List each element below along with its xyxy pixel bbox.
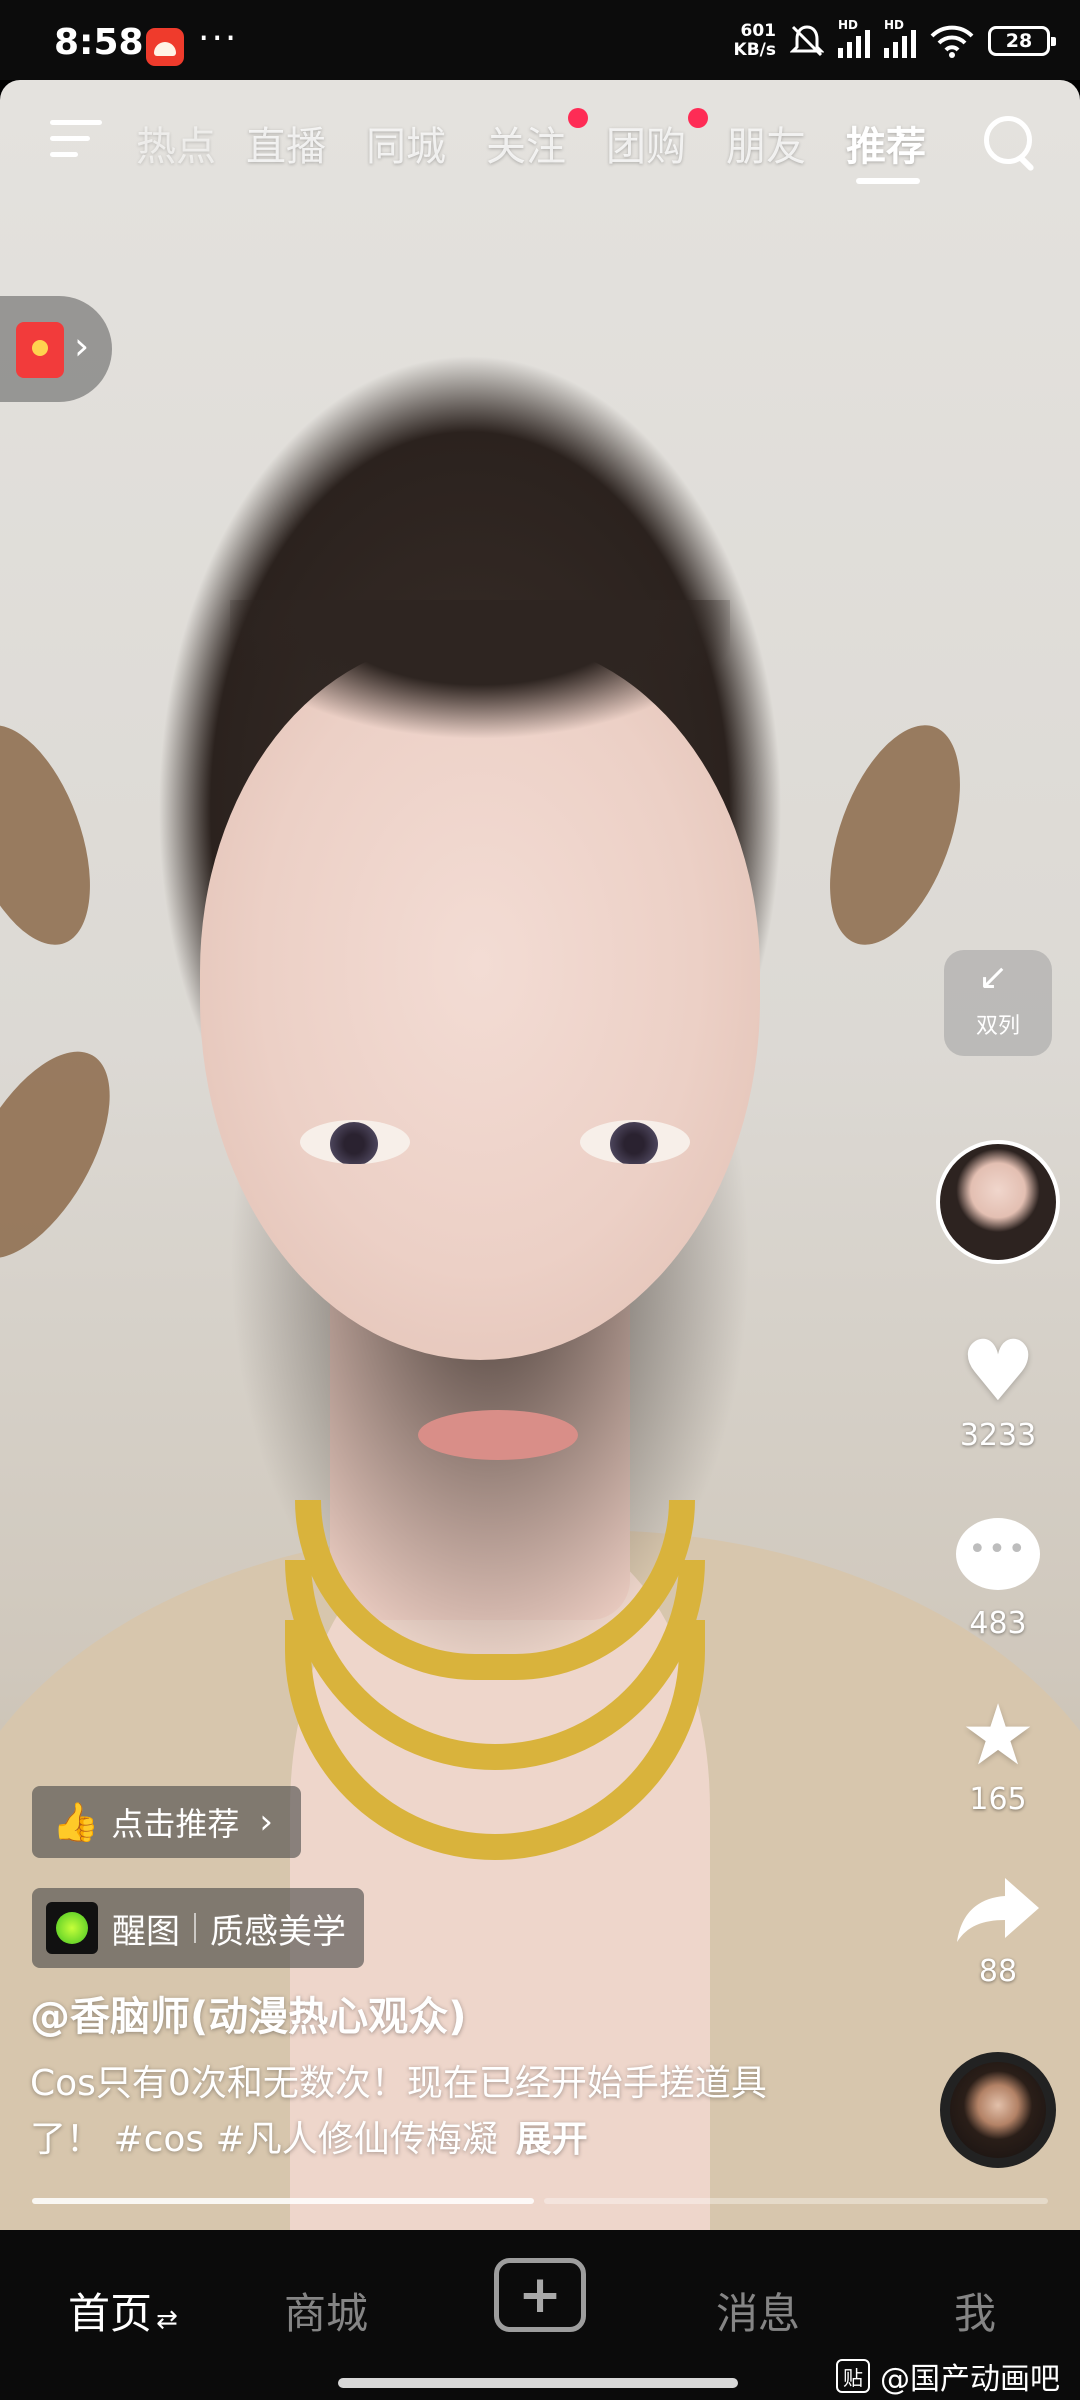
tab-recommend[interactable]: 推荐 [846, 114, 926, 172]
video-eye-right [580, 1120, 690, 1164]
menu-icon[interactable] [50, 120, 102, 160]
watermark-text: @国产动画吧 [880, 2362, 1060, 2397]
bell-muted-icon [790, 25, 824, 57]
chevron-right-icon: › [259, 1802, 273, 1842]
status-bar: 8:58 ··· 601 KB/s HD HD 28 [0, 0, 1080, 80]
swap-icon: ⇄ [156, 2305, 178, 2335]
active-tab-indicator [856, 178, 920, 184]
share-button[interactable]: 88 [940, 1874, 1056, 1989]
red-packet-icon [16, 322, 64, 378]
comment-button[interactable]: 483 [940, 1518, 1056, 1641]
share-arrow-icon [957, 1878, 1039, 1942]
nav-home-label: 首页 [68, 2289, 153, 2338]
nav-mall-label: 商城 [284, 2289, 369, 2338]
network-speed-value: 601 [740, 21, 777, 41]
caption-line-2: 了！ #cos #凡人修仙传梅凝 [30, 2119, 498, 2160]
search-icon[interactable] [984, 116, 1040, 172]
more-notifications-icon: ··· [198, 18, 239, 59]
heart-icon: ♥ [960, 1322, 1036, 1420]
expand-link[interactable]: 展开 [516, 2119, 588, 2160]
nav-me-label: 我 [954, 2289, 997, 2338]
like-count: 3233 [959, 1418, 1037, 1453]
effect-chip[interactable]: 醒图 质感美学 [32, 1888, 364, 1968]
collapse-arrows-icon [978, 960, 1018, 1002]
comment-count: 483 [969, 1606, 1027, 1641]
caption-line-1: Cos只有0次和无数次！现在已经开始手搓道具 [30, 2063, 767, 2104]
video-progress-bar[interactable] [32, 2198, 1048, 2204]
progress-played [32, 2198, 534, 2204]
tab-local-label: 同城 [366, 124, 446, 170]
notification-dot [568, 108, 588, 128]
tab-group-buy-label: 团购 [606, 124, 686, 170]
battery-level: 28 [1005, 30, 1033, 52]
status-time: 8:58 [54, 22, 144, 63]
comment-icon [956, 1518, 1040, 1590]
network-speed: 601 KB/s [734, 22, 776, 60]
status-indicators: 601 KB/s HD HD 28 [734, 18, 1056, 64]
tab-hot[interactable]: 热点 [136, 114, 216, 172]
progress-remaining [544, 2198, 1048, 2204]
star-icon: ★ [960, 1686, 1036, 1784]
wifi-icon [930, 25, 974, 58]
tab-friends[interactable]: 朋友 [726, 114, 806, 172]
network-speed-unit: KB/s [733, 40, 776, 60]
recommend-chip[interactable]: 👍 点击推荐 › [32, 1786, 301, 1858]
tab-group-buy[interactable]: 团购 [606, 108, 708, 172]
app-notification-icon [146, 28, 184, 66]
video-bangs [230, 600, 730, 820]
create-button[interactable]: + [494, 2258, 586, 2332]
video-lips [418, 1410, 578, 1460]
cellular-signal-icon-2: HD [884, 18, 916, 58]
nav-home[interactable]: 首页 ⇄ [68, 2280, 178, 2341]
favorite-count: 165 [969, 1782, 1027, 1817]
tab-live[interactable]: 直播 [246, 114, 326, 172]
tieba-icon: 贴 [836, 2359, 870, 2393]
effect-app-icon [46, 1902, 98, 1954]
plus-icon: + [518, 2265, 562, 2325]
top-nav: 热点 直播 同城 关注 团购 朋友 推荐 [0, 100, 1080, 190]
tab-live-label: 直播 [246, 124, 326, 170]
music-disc[interactable] [940, 2052, 1056, 2168]
battery-icon: 28 [988, 26, 1056, 56]
red-packet-entry[interactable]: › [0, 296, 112, 402]
notification-dot [688, 108, 708, 128]
hd-label: HD [838, 18, 859, 32]
watermark: 贴 @国产动画吧 [836, 2354, 1060, 2398]
dual-column-button[interactable]: 双列 [944, 950, 1052, 1056]
dual-column-label: 双列 [975, 1014, 1020, 1039]
recommend-label: 点击推荐 [111, 1805, 240, 1843]
tab-following[interactable]: 关注 [486, 108, 588, 172]
video-eye-left [300, 1120, 410, 1164]
tab-recommend-label: 推荐 [846, 124, 926, 170]
share-count: 88 [978, 1954, 1018, 1989]
tab-local[interactable]: 同城 [366, 114, 446, 172]
cellular-signal-icon: HD [838, 18, 870, 58]
home-indicator[interactable] [338, 2378, 738, 2388]
video-caption[interactable]: Cos只有0次和无数次！现在已经开始手搓道具 了！ #cos #凡人修仙传梅凝展… [30, 2056, 870, 2168]
hd-label-2: HD [884, 18, 905, 32]
nav-mall[interactable]: 商城 [284, 2280, 368, 2341]
favorite-button[interactable]: ★ 165 [940, 1690, 1056, 1817]
tab-friends-label: 朋友 [726, 124, 806, 170]
chevron-right-icon: › [74, 324, 90, 368]
bottom-nav: 首页 ⇄ 商城 + 消息 我 贴 @国产动画吧 [0, 2230, 1080, 2400]
author-avatar[interactable] [936, 1140, 1060, 1264]
like-button[interactable]: ♥ 3233 [940, 1326, 1056, 1453]
nav-messages[interactable]: 消息 [716, 2280, 800, 2341]
tab-hot-label: 热点 [136, 124, 216, 170]
thumbs-up-icon: 👍 [52, 1799, 100, 1844]
effect-tag: 质感美学 [210, 1911, 346, 1952]
effect-name: 醒图 [112, 1911, 180, 1952]
author-name[interactable]: @香脑师(动漫热心观众) [30, 1984, 467, 2042]
divider [194, 1913, 196, 1943]
tab-following-label: 关注 [486, 124, 566, 170]
nav-messages-label: 消息 [716, 2289, 801, 2338]
nav-me[interactable]: 我 [954, 2280, 996, 2341]
